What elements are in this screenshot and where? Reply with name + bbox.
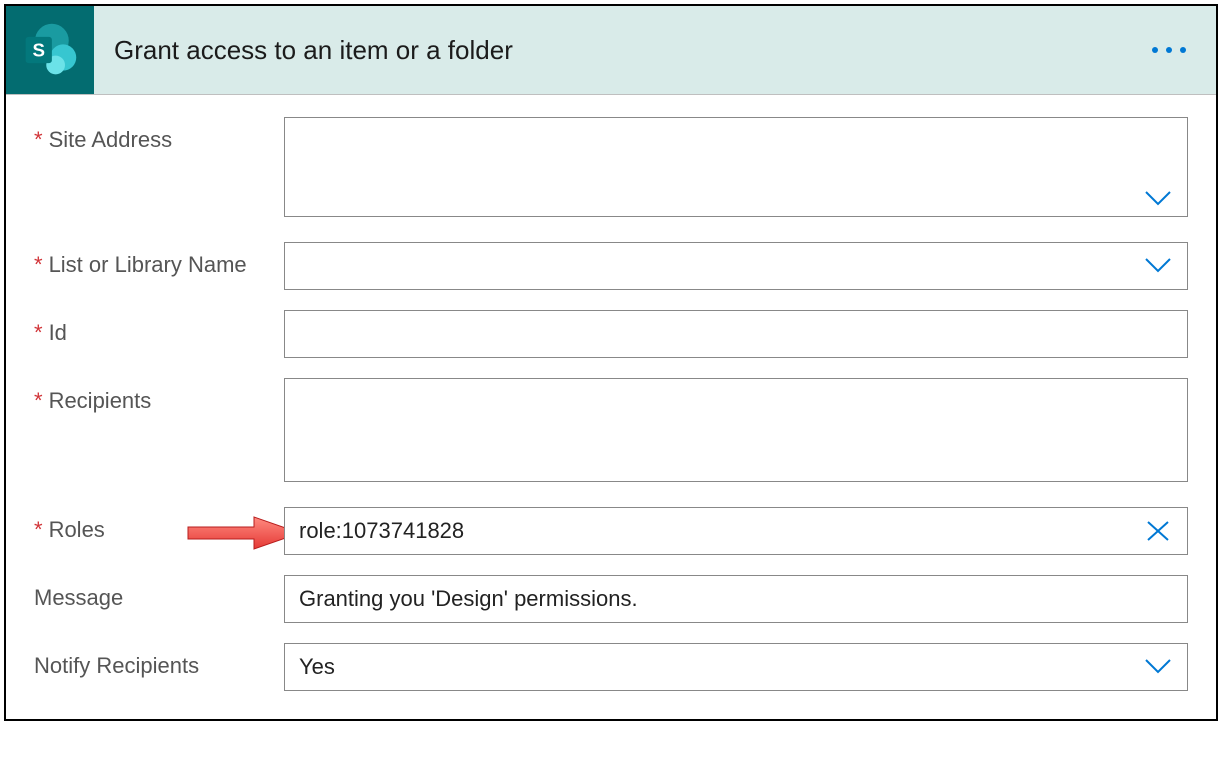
list-library-input[interactable] bbox=[284, 242, 1188, 290]
label-notify: Notify Recipients bbox=[34, 643, 284, 679]
required-marker: * bbox=[34, 252, 43, 278]
row-message: Message bbox=[34, 575, 1188, 623]
roles-input[interactable] bbox=[284, 507, 1188, 555]
card-header: S Grant access to an item or a folder bbox=[6, 6, 1216, 94]
more-menu-button[interactable] bbox=[1152, 47, 1186, 53]
required-marker: * bbox=[34, 517, 43, 543]
clear-icon[interactable] bbox=[1144, 520, 1172, 542]
label-site-address: * Site Address bbox=[34, 117, 284, 153]
notify-input[interactable] bbox=[284, 643, 1188, 691]
sharepoint-icon: S bbox=[6, 6, 94, 94]
dot-icon bbox=[1166, 47, 1172, 53]
card-title: Grant access to an item or a folder bbox=[114, 35, 513, 66]
row-site-address: * Site Address bbox=[34, 117, 1188, 222]
site-address-input[interactable] bbox=[284, 117, 1188, 217]
row-list-library: * List or Library Name bbox=[34, 242, 1188, 290]
required-marker: * bbox=[34, 127, 43, 153]
row-recipients: * Recipients bbox=[34, 378, 1188, 487]
label-list-library: * List or Library Name bbox=[34, 242, 284, 278]
svg-text:S: S bbox=[32, 40, 45, 61]
dot-icon bbox=[1180, 47, 1186, 53]
required-marker: * bbox=[34, 320, 43, 346]
message-input[interactable] bbox=[284, 575, 1188, 623]
card-body: * Site Address * List or Library Name * bbox=[6, 94, 1216, 719]
action-card: S Grant access to an item or a folder * … bbox=[4, 4, 1218, 721]
label-message: Message bbox=[34, 575, 284, 611]
label-recipients: * Recipients bbox=[34, 378, 284, 414]
label-roles: * Roles bbox=[34, 507, 284, 543]
dot-icon bbox=[1152, 47, 1158, 53]
row-id: * Id bbox=[34, 310, 1188, 358]
recipients-input[interactable] bbox=[284, 378, 1188, 482]
required-marker: * bbox=[34, 388, 43, 414]
id-input[interactable] bbox=[284, 310, 1188, 358]
label-id: * Id bbox=[34, 310, 284, 346]
row-roles: * Roles bbox=[34, 507, 1188, 555]
row-notify: Notify Recipients bbox=[34, 643, 1188, 691]
